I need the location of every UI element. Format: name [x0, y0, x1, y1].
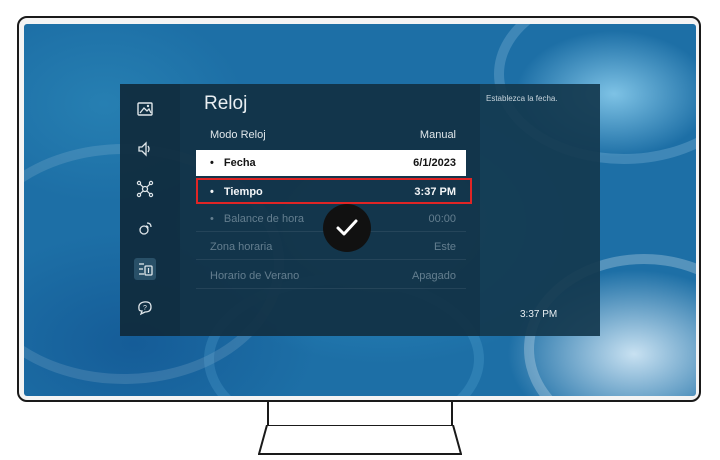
row-label: Balance de hora	[223, 212, 304, 225]
highlight-frame	[196, 178, 472, 204]
row-value: Este	[433, 240, 456, 253]
connection-icon[interactable]	[134, 178, 156, 200]
help-text: Establezca la fecha.	[486, 94, 558, 103]
row-value: 6/1/2023	[413, 157, 456, 169]
clock-mode-row[interactable]: Modo Reloj Manual	[196, 122, 466, 148]
sound-icon[interactable]	[134, 138, 156, 160]
daylight-saving-row[interactable]: Horario de Verano Apagado	[196, 263, 466, 289]
svg-text:?: ?	[143, 305, 147, 312]
support-icon[interactable]: ?	[134, 296, 156, 318]
current-time: 3:37 PM	[520, 309, 558, 320]
picture-icon[interactable]	[134, 98, 156, 120]
row-label: Horario de Verano	[210, 269, 300, 282]
tv-stand-neck	[267, 402, 453, 426]
settings-sidebar: ?	[120, 84, 180, 336]
row-label: Fecha	[223, 157, 256, 169]
broadcasting-icon[interactable]	[134, 218, 156, 240]
row-value: Apagado	[411, 269, 456, 282]
row-label: Zona horaria	[210, 240, 273, 253]
bullet-icon: •	[210, 157, 214, 169]
date-row[interactable]: • Fecha 6/1/2023	[196, 150, 466, 176]
general-icon[interactable]	[134, 258, 156, 280]
page-title: Reloj	[204, 93, 248, 114]
row-value: Manual	[419, 129, 456, 141]
row-label: Modo Reloj	[210, 129, 266, 141]
check-icon	[323, 204, 371, 252]
bullet-icon: •	[210, 212, 214, 225]
row-value: 00:00	[428, 212, 456, 225]
info-panel: Establezca la fecha. 3:37 PM	[480, 84, 600, 336]
tv-stand-base	[258, 425, 462, 455]
